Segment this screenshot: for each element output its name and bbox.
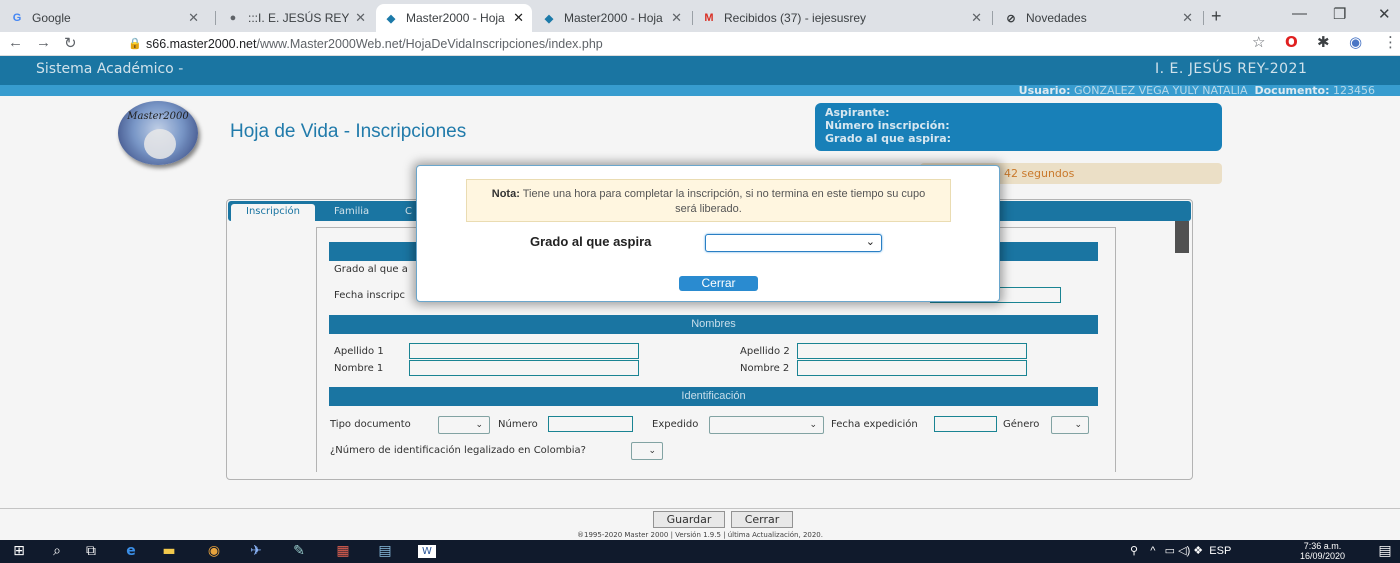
new-tab-plus-icon[interactable]: + [1211, 6, 1222, 27]
close-tab-icon[interactable]: ✕ [355, 10, 366, 26]
modal-note: Nota: Tiene una hora para completar la i… [466, 179, 951, 222]
windows-start-icon[interactable]: ⊞ [10, 543, 28, 560]
tab-master2000-active[interactable]: ◆ Master2000 - Hoja de vid ✕ [376, 4, 532, 32]
url-host: s66.master2000.net [146, 37, 257, 51]
master2000-icon: ◆ [544, 12, 554, 25]
lock-icon[interactable]: 🔒 [128, 37, 142, 50]
tab-google[interactable]: G Google ✕ [2, 4, 207, 32]
app-icon[interactable]: ✈ [247, 543, 265, 560]
opera-extension-icon[interactable]: O [1285, 33, 1298, 51]
tab-separator [992, 11, 993, 25]
dropbox-icon[interactable]: ❖ [1193, 545, 1203, 557]
tab-title: Recibidos (37) - iejesusrey [724, 11, 867, 25]
system-tray: ⚲ ^ ▭ ◁) ❖ ESP [1130, 544, 1231, 557]
google-icon: G [12, 12, 22, 24]
chevron-up-icon[interactable]: ^ [1150, 545, 1155, 557]
tab-jesus-rey[interactable]: ● :::I. E. JESÚS REY::: ✕ [218, 4, 374, 32]
gmail-icon: M [704, 12, 714, 24]
tab-gmail[interactable]: M Recibidos (37) - iejesusrey ✕ [694, 4, 990, 32]
tab-title: Novedades [1026, 11, 1087, 25]
puzzle-extension-icon[interactable]: ✱ [1317, 33, 1330, 51]
paint-icon[interactable]: ✎ [290, 543, 308, 560]
close-tab-icon[interactable]: ✕ [1182, 10, 1193, 26]
close-tab-icon[interactable]: ✕ [971, 10, 982, 26]
note-label: Nota: [491, 188, 520, 200]
tab-separator [1203, 11, 1204, 25]
novedades-icon: ⊘ [1006, 12, 1016, 25]
app-icon[interactable]: ▤ [376, 543, 394, 560]
close-tab-icon[interactable]: ✕ [188, 10, 199, 26]
tab-title: :::I. E. JESÚS REY::: [248, 11, 350, 25]
back-arrow-icon[interactable]: ← [8, 34, 23, 51]
chevron-down-icon: ⌄ [865, 235, 875, 248]
grade-select[interactable]: ⌄ [705, 234, 882, 252]
edge-browser-icon[interactable]: e [122, 543, 140, 560]
close-tab-icon[interactable]: ✕ [671, 10, 682, 26]
profile-icon[interactable]: ◉ [1349, 33, 1362, 51]
star-bookmark-icon[interactable]: ☆ [1252, 33, 1265, 51]
tab-novedades[interactable]: ⊘ Novedades ✕ [996, 4, 1201, 32]
clock[interactable]: 7:36 a.m. 16/09/2020 [1300, 541, 1345, 561]
search-icon[interactable]: ⌕ [48, 543, 66, 560]
reload-icon[interactable]: ↻ [64, 34, 77, 52]
minimize-icon[interactable]: — [1292, 5, 1307, 22]
site-icon: ● [229, 12, 237, 24]
master2000-icon: ◆ [386, 12, 396, 25]
menu-kebab-icon[interactable]: ⋮ [1383, 33, 1398, 51]
task-view-icon[interactable]: ⧉ [82, 543, 100, 560]
app-icon[interactable]: ▦ [334, 543, 352, 560]
tab-title: Master2000 - Hoja de vid [564, 11, 665, 25]
note-text: Tiene una hora para completar la inscrip… [522, 188, 926, 215]
date: 16/09/2020 [1300, 551, 1346, 561]
volume-icon[interactable]: ◁) [1178, 545, 1190, 557]
language-indicator[interactable]: ESP [1209, 545, 1231, 557]
chrome-icon[interactable]: ◉ [205, 543, 223, 560]
notifications-icon[interactable]: ▤ [1376, 543, 1394, 560]
time: 7:36 a.m. [1303, 541, 1342, 551]
url-path: /www.Master2000Web.net/HojaDeVidaInscrip… [256, 37, 603, 51]
network-icon[interactable]: ▭ [1165, 545, 1175, 557]
modal-close-button[interactable]: Cerrar [679, 276, 758, 291]
tab-title: Master2000 - Hoja de vid [406, 11, 507, 25]
grade-select-label: Grado al que aspira [530, 234, 652, 249]
close-tab-icon[interactable]: ✕ [513, 10, 524, 26]
window-close-icon[interactable]: ✕ [1378, 5, 1391, 23]
url-field[interactable]: s66.master2000.net/www.Master2000Web.net… [146, 37, 603, 51]
word-icon[interactable]: W [418, 545, 436, 558]
forward-arrow-icon[interactable]: → [36, 34, 51, 51]
file-explorer-icon[interactable]: ▬ [160, 543, 178, 560]
tab-separator [215, 11, 216, 25]
restore-icon[interactable]: ❐ [1333, 5, 1346, 23]
tab-title: Google [32, 11, 71, 25]
tab-master2000[interactable]: ◆ Master2000 - Hoja de vid ✕ [534, 4, 690, 32]
tab-separator [692, 11, 693, 25]
people-icon[interactable]: ⚲ [1130, 545, 1138, 557]
